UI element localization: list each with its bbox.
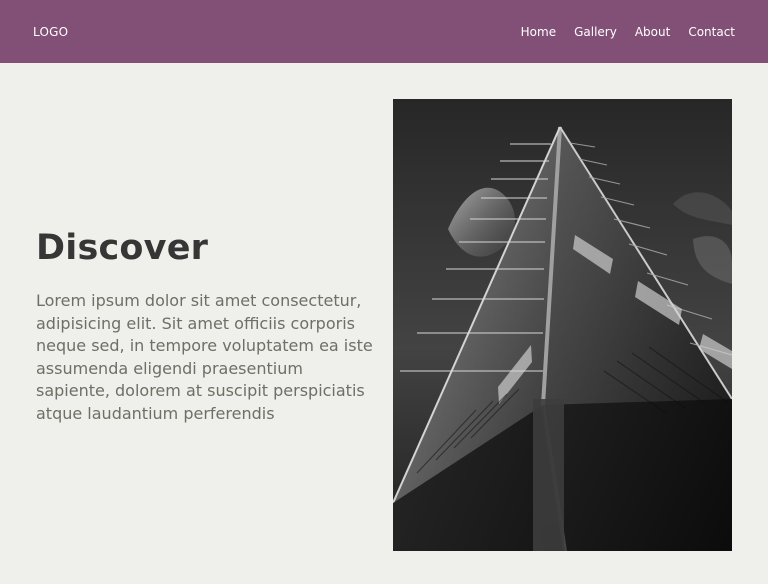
nav-link-about[interactable]: About <box>635 25 670 39</box>
hero-description: Lorem ipsum dolor sit amet consectetur, … <box>36 291 373 423</box>
hero-title: Discover <box>36 228 209 268</box>
skyscraper-illustration <box>393 99 732 551</box>
nav-link-contact[interactable]: Contact <box>688 25 735 39</box>
nav-link-gallery[interactable]: Gallery <box>574 25 617 39</box>
logo[interactable]: LOGO <box>33 25 68 39</box>
main-navigation: Home Gallery About Contact <box>521 25 735 39</box>
nav-link-home[interactable]: Home <box>521 25 556 39</box>
top-navbar: LOGO Home Gallery About Contact <box>0 0 768 63</box>
hero-text-block: Discover Lorem ipsum dolor sit amet cons… <box>36 228 376 425</box>
building-photo <box>393 99 732 551</box>
